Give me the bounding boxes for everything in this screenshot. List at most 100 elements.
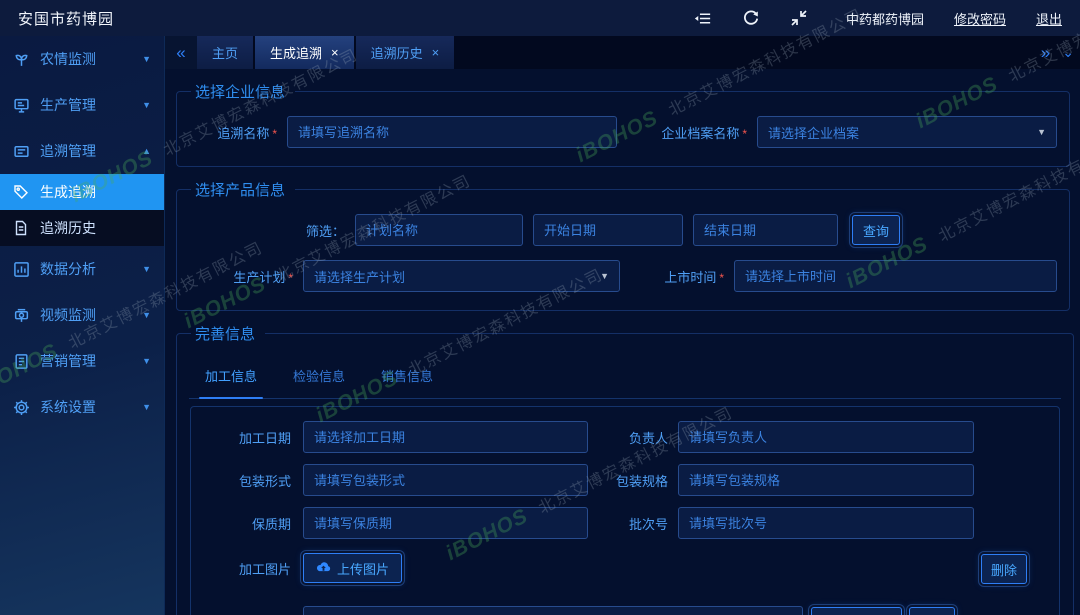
sidebar-item-label: 营销管理 xyxy=(40,351,96,371)
processing-date-label: 加工日期 xyxy=(191,428,291,447)
sidebar-item-marketing-management[interactable]: 营销管理 ▼ xyxy=(0,338,164,384)
chevron-down-icon: ▼ xyxy=(600,271,609,281)
packaging-form-input[interactable] xyxy=(303,464,588,496)
sidebar-item-trace-management[interactable]: 追溯管理 ▲ xyxy=(0,128,164,174)
sidebar-item-system-settings[interactable]: 系统设置 ▼ xyxy=(0,384,164,430)
section-title-complete: 完善信息 xyxy=(191,323,265,344)
processing-date-input[interactable] xyxy=(303,421,588,453)
sidebar-item-production-management[interactable]: 生产管理 ▼ xyxy=(0,82,164,128)
delete-image-button[interactable]: 删除 xyxy=(981,554,1027,584)
tab-sales-info[interactable]: 销售信息 xyxy=(381,366,433,398)
tab-generate-trace[interactable]: 生成追溯 × xyxy=(255,36,354,69)
exit-fullscreen-icon[interactable] xyxy=(790,9,808,27)
end-date-input[interactable] xyxy=(693,214,838,246)
sidebar-item-agriculture-monitor[interactable]: 农情监测 ▼ xyxy=(0,36,164,82)
upload-video-button[interactable]: 上传视频 xyxy=(811,607,902,615)
history-doc-icon xyxy=(13,220,30,237)
chevron-down-icon: ▼ xyxy=(1037,127,1046,137)
enterprise-archive-label: 企业档案名称* xyxy=(629,123,747,142)
chevron-down-icon: ▼ xyxy=(142,356,151,366)
delete-video-button[interactable]: 删除 xyxy=(909,607,955,615)
chevron-down-icon: ▼ xyxy=(142,402,151,412)
required-mark: * xyxy=(272,127,277,141)
enterprise-archive-select[interactable]: 请选择企业档案 ▼ xyxy=(757,116,1057,148)
sidebar-item-trace-history[interactable]: 追溯历史 xyxy=(0,210,164,246)
sidebar-item-label: 追溯历史 xyxy=(40,218,96,238)
trace-name-input[interactable] xyxy=(287,116,617,148)
processing-image-label: 加工图片 xyxy=(191,559,291,578)
video-url-input[interactable] xyxy=(303,606,803,615)
packaging-form-label: 包装形式 xyxy=(191,471,291,490)
tab-label: 追溯历史 xyxy=(371,43,423,62)
chevron-down-icon: ▼ xyxy=(142,100,151,110)
packaging-spec-label: 包装规格 xyxy=(600,471,668,490)
sprout-icon xyxy=(13,51,30,68)
chevron-up-icon: ▲ xyxy=(142,146,151,156)
complete-info-tabs: 加工信息 检验信息 销售信息 xyxy=(189,350,1061,399)
batch-number-input[interactable] xyxy=(678,507,974,539)
tabbar: « 主页 生成追溯 × 追溯历史 × » ⌄ xyxy=(165,36,1080,69)
tab-trace-history[interactable]: 追溯历史 × xyxy=(356,36,455,69)
production-plan-select[interactable]: 请选择生产计划 ▼ xyxy=(303,260,620,292)
person-in-charge-label: 负责人 xyxy=(600,428,668,447)
processing-info-panel: 加工日期 负责人 包装形式 包装规格 保质期 批次号 加工图片 xyxy=(190,406,1060,615)
sidebar-item-label: 生成追溯 xyxy=(40,182,96,202)
sidebar-item-data-analysis[interactable]: 数据分析 ▼ xyxy=(0,246,164,292)
section-product-info: 选择产品信息 筛选： 查询 生产计划* 请选择生产计划 ▼ 上市时间* xyxy=(176,179,1070,311)
packaging-spec-input[interactable] xyxy=(678,464,974,496)
start-date-input[interactable] xyxy=(533,214,683,246)
required-mark: * xyxy=(742,127,747,141)
app-title: 安国市药博园 xyxy=(18,8,114,29)
cloud-upload-icon xyxy=(316,561,331,576)
tab-label: 生成追溯 xyxy=(270,43,322,62)
sidebar-item-video-monitor[interactable]: 视频监测 ▼ xyxy=(0,292,164,338)
refresh-icon[interactable] xyxy=(742,9,760,27)
tabs-scroll-right-button[interactable]: » xyxy=(1041,43,1050,63)
production-plan-label: 生产计划* xyxy=(189,267,293,286)
search-button[interactable]: 查询 xyxy=(852,215,900,245)
tabs-menu-chevron-icon[interactable]: ⌄ xyxy=(1062,44,1074,61)
filter-label: 筛选： xyxy=(189,221,345,240)
sidebar-item-label: 视频监测 xyxy=(40,305,96,325)
menu-fold-icon[interactable] xyxy=(694,9,712,27)
sidebar-item-label: 生产管理 xyxy=(40,95,96,115)
shelf-life-input[interactable] xyxy=(303,507,588,539)
chevron-down-icon: ▼ xyxy=(142,310,151,320)
camera-icon xyxy=(13,307,30,324)
upload-image-button[interactable]: 上传图片 xyxy=(303,553,402,583)
sidebar-item-label: 农情监测 xyxy=(40,49,96,69)
section-title-enterprise: 选择企业信息 xyxy=(191,81,295,102)
bar-chart-icon xyxy=(13,261,30,278)
logout-link[interactable]: 退出 xyxy=(1036,9,1062,28)
tabs-scroll-left-button[interactable]: « xyxy=(165,36,197,69)
tab-label: 主页 xyxy=(212,43,238,62)
plan-name-filter-input[interactable] xyxy=(355,214,523,246)
sidebar-item-label: 数据分析 xyxy=(40,259,96,279)
gear-icon xyxy=(13,399,30,416)
tab-inspection-info[interactable]: 检验信息 xyxy=(293,366,345,398)
section-enterprise-info: 选择企业信息 追溯名称* 企业档案名称* 请选择企业档案 ▼ xyxy=(176,81,1070,167)
trace-card-icon xyxy=(13,143,30,160)
marketing-doc-icon xyxy=(13,353,30,370)
chevron-down-icon: ▼ xyxy=(142,54,151,64)
monitor-icon xyxy=(13,97,30,114)
tab-processing-info[interactable]: 加工信息 xyxy=(205,366,257,398)
change-password-link[interactable]: 修改密码 xyxy=(954,9,1006,28)
shelf-life-label: 保质期 xyxy=(191,514,291,533)
launch-time-input[interactable] xyxy=(734,260,1057,292)
trace-name-label: 追溯名称* xyxy=(189,123,277,142)
org-name[interactable]: 中药都药博园 xyxy=(846,9,924,28)
sidebar-item-label: 系统设置 xyxy=(40,397,96,417)
tab-home[interactable]: 主页 xyxy=(197,36,253,69)
section-title-product: 选择产品信息 xyxy=(191,179,295,200)
tag-icon xyxy=(13,184,30,201)
topbar-right: 中药都药博园 修改密码 退出 xyxy=(694,9,1062,28)
batch-number-label: 批次号 xyxy=(600,514,668,533)
close-icon[interactable]: × xyxy=(331,46,339,59)
required-mark: * xyxy=(288,271,293,285)
launch-time-label: 上市时间* xyxy=(638,267,724,286)
close-icon[interactable]: × xyxy=(432,46,440,59)
sidebar-item-generate-trace[interactable]: 生成追溯 xyxy=(0,174,164,210)
person-in-charge-input[interactable] xyxy=(678,421,974,453)
trace-submenu: 生成追溯 追溯历史 xyxy=(0,174,164,246)
